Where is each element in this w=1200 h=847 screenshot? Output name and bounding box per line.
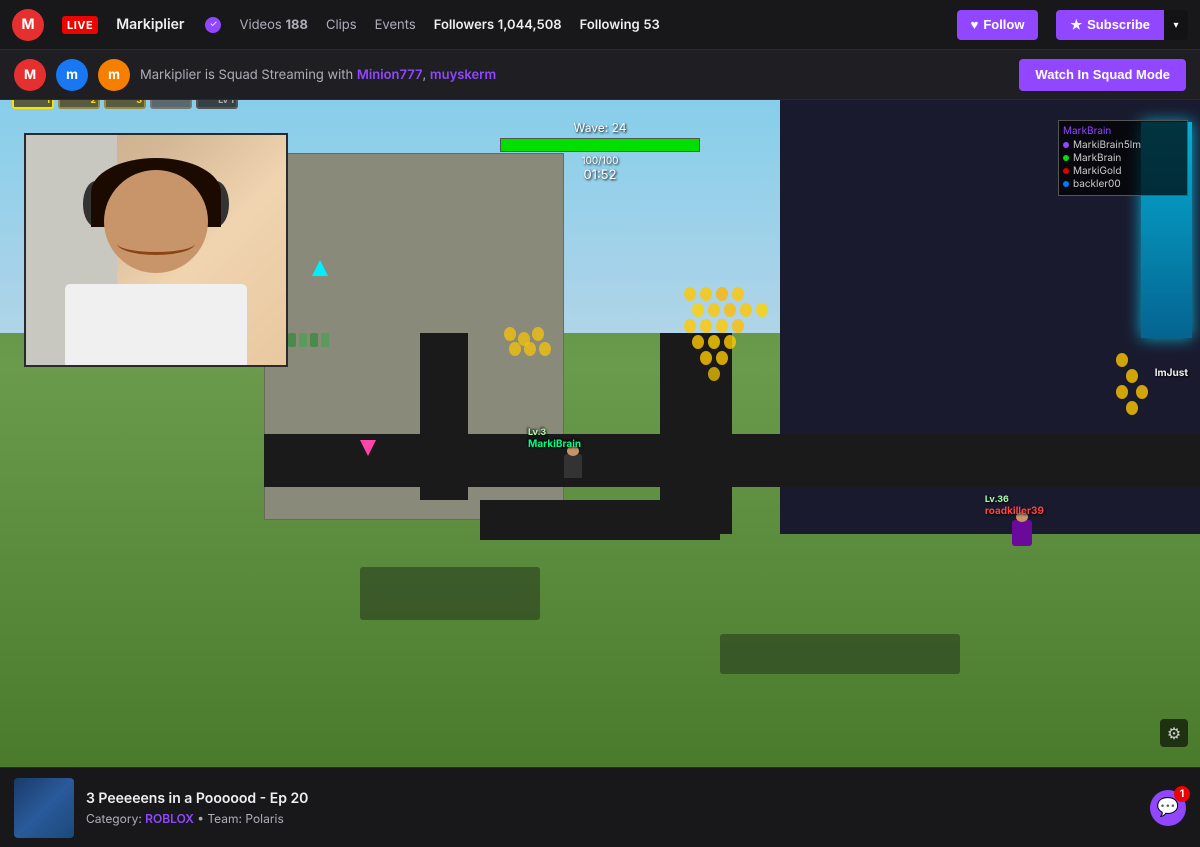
watch-squad-mode-button[interactable]: Watch In Squad Mode: [1019, 59, 1186, 91]
enemy-group-right: [1116, 353, 1176, 433]
ground-patch-2: [720, 634, 960, 674]
events-link[interactable]: Events: [375, 17, 416, 33]
follow-button[interactable]: ♥ Follow: [957, 10, 1039, 40]
player-label-roadkiller: Lv.36 roadkiller39: [985, 494, 1044, 517]
stream-thumbnail: [14, 778, 74, 838]
health-fill: [501, 139, 699, 151]
streamer-avatar-2: m: [56, 59, 88, 91]
minimap-dot-2: [1063, 155, 1069, 161]
hud-item-2: 🪙 2: [58, 100, 100, 109]
hud-item-4: □: [150, 100, 192, 109]
minimap: MarkBrain MarkiBrain5lm MarkBrain MarkiG…: [1058, 120, 1188, 196]
clips-link[interactable]: Clips: [326, 17, 357, 33]
subscribe-dropdown-button[interactable]: ▾: [1164, 10, 1188, 40]
direction-arrow-up: [312, 260, 328, 276]
category-link[interactable]: ROBLOX: [145, 811, 194, 826]
ally-group-left: [288, 333, 348, 353]
channel-name[interactable]: Markiplier: [116, 16, 184, 33]
hud-slot-3: 🪙 3: [104, 100, 146, 109]
wave-timer: 01:52: [500, 167, 700, 183]
ground-patch-1: [360, 567, 540, 620]
minimap-dot-3: [1063, 168, 1069, 174]
video-player[interactable]: Wave: 24 100/100 01:52 MarkBrain MarkiBr…: [0, 100, 1200, 767]
stream-meta: Category: ROBLOX • Team: Polaris: [86, 811, 1138, 826]
direction-arrow-down: [360, 440, 376, 456]
minimap-player-4: backler00: [1063, 178, 1183, 190]
hud-slot-2: 🪙 2: [58, 100, 100, 109]
chat-button[interactable]: 💬 1: [1150, 790, 1186, 826]
minimap-dot-1: [1063, 142, 1069, 148]
minimap-dot-4: [1063, 181, 1069, 187]
squad-description: Markiplier is Squad Streaming with Minio…: [140, 67, 496, 83]
videos-link[interactable]: Videos 188: [239, 17, 308, 33]
hud-wave-display: Wave: 24 100/100 01:52: [500, 120, 700, 183]
hud-item-1: 🪙 1: [12, 100, 54, 109]
heart-icon: ♥: [971, 17, 979, 32]
road-detail-2: [420, 333, 468, 500]
minimap-player-2: MarkBrain: [1063, 152, 1183, 164]
player-label-imjust: ImJust: [1155, 367, 1188, 379]
following-stat: Following 53: [580, 17, 660, 33]
live-badge: LIVE: [62, 16, 98, 34]
game-viewport: Wave: 24 100/100 01:52 MarkBrain MarkiBr…: [0, 100, 1200, 767]
minimap-player-3: MarkiGold: [1063, 165, 1183, 177]
health-text: 100/100: [500, 155, 700, 167]
main-content-area: Wave: 24 100/100 01:52 MarkBrain MarkiBr…: [0, 100, 1200, 767]
enemy-character-roadkiller: [1012, 520, 1032, 546]
settings-button[interactable]: ⚙: [1160, 719, 1188, 747]
channel-avatar[interactable]: M: [12, 9, 44, 41]
player-character: [564, 454, 582, 478]
road-detail-1: [480, 500, 720, 540]
hud-slot-5: 🔒 Lv 1: [196, 100, 238, 109]
road-path-horizontal: [264, 434, 1200, 487]
gear-icon: ⚙: [1167, 723, 1181, 743]
hud-slot-4: □: [150, 100, 192, 109]
hud-inventory: 🪙 1 🪙 2 🪙 3: [12, 100, 1200, 109]
thumbnail-image: [14, 778, 74, 838]
followers-stat: Followers 1,044,508: [434, 17, 562, 33]
stream-details: 3 Peeeeens in a Poooood - Ep 20 Category…: [86, 790, 1138, 826]
streamer-avatar-1: M: [14, 59, 46, 91]
streamer-avatar-3: m: [98, 59, 130, 91]
stream-info-bar: 3 Peeeeens in a Poooood - Ep 20 Category…: [0, 767, 1200, 847]
player-label-markibrain: Lv.3 MarkiBrain: [528, 427, 581, 450]
verified-icon: ✓: [205, 17, 221, 33]
hud-item-locked: 🔒 Lv 1: [196, 100, 238, 109]
stream-title: 3 Peeeeens in a Poooood - Ep 20: [86, 790, 1138, 807]
enemy-group-main: [684, 287, 844, 417]
wave-label: Wave: 24: [500, 120, 700, 135]
subscribe-button[interactable]: ★ Subscribe: [1056, 10, 1164, 40]
enemy-group-1: [504, 327, 584, 387]
squad-bar: M m m Markiplier is Squad Streaming with…: [0, 50, 1200, 100]
chat-notification-badge: 1: [1174, 786, 1190, 802]
top-navigation: M LIVE Markiplier ✓ Videos 188 Clips Eve…: [0, 0, 1200, 50]
hud-item-3: 🪙 3: [104, 100, 146, 109]
health-bar: [500, 138, 700, 152]
webcam-overlay: [24, 133, 288, 366]
hud-slot-1: 🪙 1: [12, 100, 54, 109]
star-icon: ★: [1070, 17, 1082, 33]
minimap-title: MarkBrain: [1063, 125, 1183, 137]
minimap-player-1: MarkiBrain5lm: [1063, 139, 1183, 151]
chat-bubble-icon: 💬: [1157, 797, 1179, 818]
team-name: Polaris: [245, 811, 283, 826]
